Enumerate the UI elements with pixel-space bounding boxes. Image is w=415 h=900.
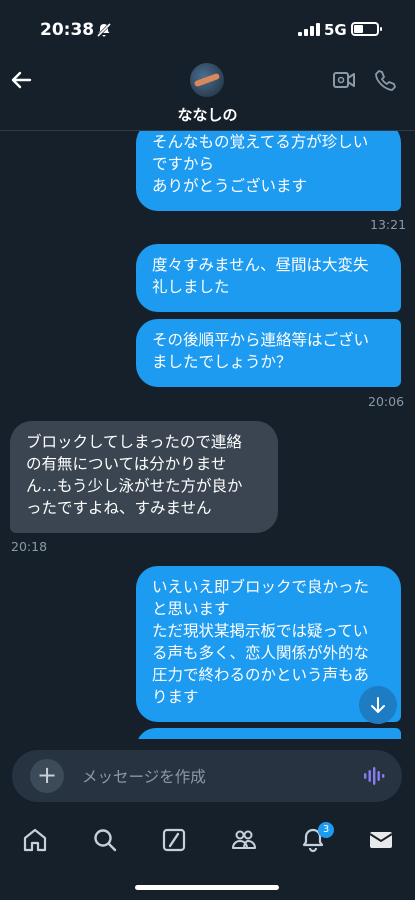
message-line: の有無については分かりませ <box>26 455 227 473</box>
message-line: いえいえ即ブロックで良かった <box>152 578 370 596</box>
message-line: 度々すみません、昼間は大変失 <box>152 256 369 274</box>
grok-icon[interactable] <box>160 826 188 854</box>
message-timestamp: 13:21 <box>370 217 407 232</box>
video-call-icon[interactable] <box>333 70 355 90</box>
back-arrow-icon[interactable] <box>8 66 36 94</box>
add-media-button[interactable]: + <box>30 759 64 793</box>
bottom-tab-bar: 3 <box>0 812 415 872</box>
message-line: ましたでしょうか？ <box>152 353 292 371</box>
message-line: ただ現状某掲示板では疑ってい <box>152 622 369 640</box>
message-composer[interactable]: + メッセージを作成 <box>12 750 402 802</box>
message-line: ったですよね、すみません <box>26 499 212 517</box>
battery-icon <box>351 22 382 36</box>
notifications-badge: 3 <box>318 822 334 838</box>
phone-call-icon[interactable] <box>374 69 396 91</box>
message-line: ブロックしてしまったので連絡 <box>26 433 242 451</box>
message-bubble-outgoing[interactable]: 度々すみません、昼間は大変失 礼しました <box>136 244 401 312</box>
message-line: と思います <box>152 600 230 618</box>
bell-off-icon <box>96 22 112 38</box>
signal-icon <box>298 23 320 36</box>
message-bubble-outgoing-partial[interactable] <box>136 728 401 739</box>
avatar[interactable] <box>190 63 224 97</box>
conversation-header: ななしの <box>0 56 415 131</box>
home-icon[interactable] <box>21 826 49 854</box>
message-line: ります <box>152 688 199 706</box>
contact-name[interactable]: ななしの <box>0 104 415 125</box>
status-bar: 20:38 5G <box>0 0 415 56</box>
message-line: ですから <box>152 155 215 173</box>
arrow-down-icon <box>371 697 385 713</box>
message-line: 礼しました <box>152 278 230 296</box>
status-time: 20:38 <box>40 20 95 40</box>
home-indicator <box>135 885 279 890</box>
message-line: そんなもの覚えてる方が珍しい <box>152 133 369 151</box>
message-line: 圧力で終わるのかという声もあ <box>152 666 370 684</box>
message-bubble-outgoing[interactable]: そんなもの覚えてる方が珍しい ですから ありがとうございます <box>136 131 401 211</box>
message-timestamp: 20:06 <box>368 394 405 409</box>
message-line: その後順平から連絡等はござい <box>152 331 370 349</box>
message-bubble-incoming[interactable]: ブロックしてしまったので連絡 の有無については分かりませ ん…もう少し泳がせた方… <box>10 421 278 533</box>
message-line: る声も多く、恋人関係が外的な <box>152 644 370 662</box>
message-line: ん…もう少し泳がせた方が良か <box>26 477 243 495</box>
search-icon[interactable] <box>91 826 119 854</box>
message-timestamp: 20:18 <box>11 539 48 554</box>
message-bubble-outgoing[interactable]: その後順平から連絡等はござい ましたでしょうか？ <box>136 319 401 387</box>
voice-message-icon[interactable] <box>362 764 386 788</box>
messages-mail-icon[interactable] <box>367 826 395 854</box>
communities-icon[interactable] <box>230 826 258 854</box>
message-input[interactable]: メッセージを作成 <box>82 765 206 787</box>
message-line: ありがとうございます <box>152 177 308 195</box>
scroll-to-bottom-button[interactable] <box>359 686 397 724</box>
message-list[interactable]: そんなもの覚えてる方が珍しい ですから ありがとうございます 13:21 度々す… <box>0 131 415 739</box>
network-type: 5G <box>324 21 347 39</box>
